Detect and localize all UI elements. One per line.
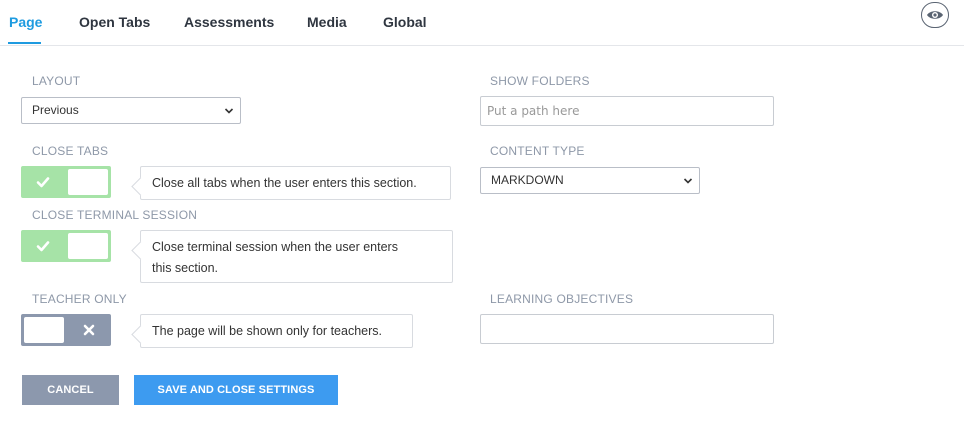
- close-terminal-help: Close terminal session when the user ent…: [140, 230, 453, 283]
- content-type-label: CONTENT TYPE: [490, 144, 585, 158]
- close-icon: [83, 324, 95, 336]
- tab-open-tabs[interactable]: Open Tabs: [79, 14, 150, 30]
- check-icon: [36, 177, 50, 188]
- eye-icon: [927, 11, 943, 19]
- show-folders-label: SHOW FOLDERS: [490, 74, 590, 88]
- show-folders-input[interactable]: Put a path here: [480, 96, 774, 126]
- show-folders-placeholder: Put a path here: [487, 104, 580, 118]
- teacher-only-help-text: The page will be shown only for teachers…: [152, 324, 382, 338]
- learning-objectives-label: LEARNING OBJECTIVES: [490, 292, 634, 306]
- close-tabs-help: Close all tabs when the user enters this…: [140, 166, 451, 200]
- tab-bar: Page Open Tabs Assessments Media Global: [0, 0, 964, 46]
- tab-page[interactable]: Page: [9, 14, 42, 30]
- layout-label: LAYOUT: [32, 74, 81, 88]
- cancel-button[interactable]: CANCEL: [22, 375, 119, 405]
- toggle-knob: [68, 233, 108, 259]
- tab-assessments[interactable]: Assessments: [184, 14, 274, 30]
- save-and-close-button[interactable]: SAVE AND CLOSE SETTINGS: [134, 375, 338, 405]
- learning-objectives-input[interactable]: [480, 314, 774, 344]
- close-tabs-label: CLOSE TABS: [32, 144, 109, 158]
- toggle-knob: [24, 317, 64, 343]
- chevron-down-icon: [683, 178, 693, 184]
- close-terminal-toggle[interactable]: [21, 230, 111, 262]
- tab-media[interactable]: Media: [307, 14, 347, 30]
- content-type-select[interactable]: MARKDOWN: [480, 167, 700, 194]
- tab-global[interactable]: Global: [383, 14, 427, 30]
- check-icon: [36, 241, 50, 252]
- close-terminal-help-line1: Close terminal session when the user ent…: [152, 240, 398, 254]
- content-type-value: MARKDOWN: [491, 173, 564, 187]
- close-tabs-toggle[interactable]: [21, 166, 111, 198]
- close-terminal-help-line2: this section.: [152, 261, 219, 275]
- layout-select[interactable]: Previous: [21, 97, 241, 124]
- teacher-only-label: TEACHER ONLY: [32, 292, 127, 306]
- close-tabs-help-text: Close all tabs when the user enters this…: [152, 176, 417, 190]
- teacher-only-toggle[interactable]: [21, 314, 111, 346]
- preview-eye-button[interactable]: [921, 2, 949, 28]
- layout-select-value: Previous: [32, 103, 79, 117]
- toggle-knob: [68, 169, 108, 195]
- active-tab-indicator: [8, 42, 41, 44]
- chevron-down-icon: [224, 108, 234, 114]
- close-terminal-label: CLOSE TERMINAL SESSION: [32, 208, 198, 222]
- teacher-only-help: The page will be shown only for teachers…: [140, 314, 413, 348]
